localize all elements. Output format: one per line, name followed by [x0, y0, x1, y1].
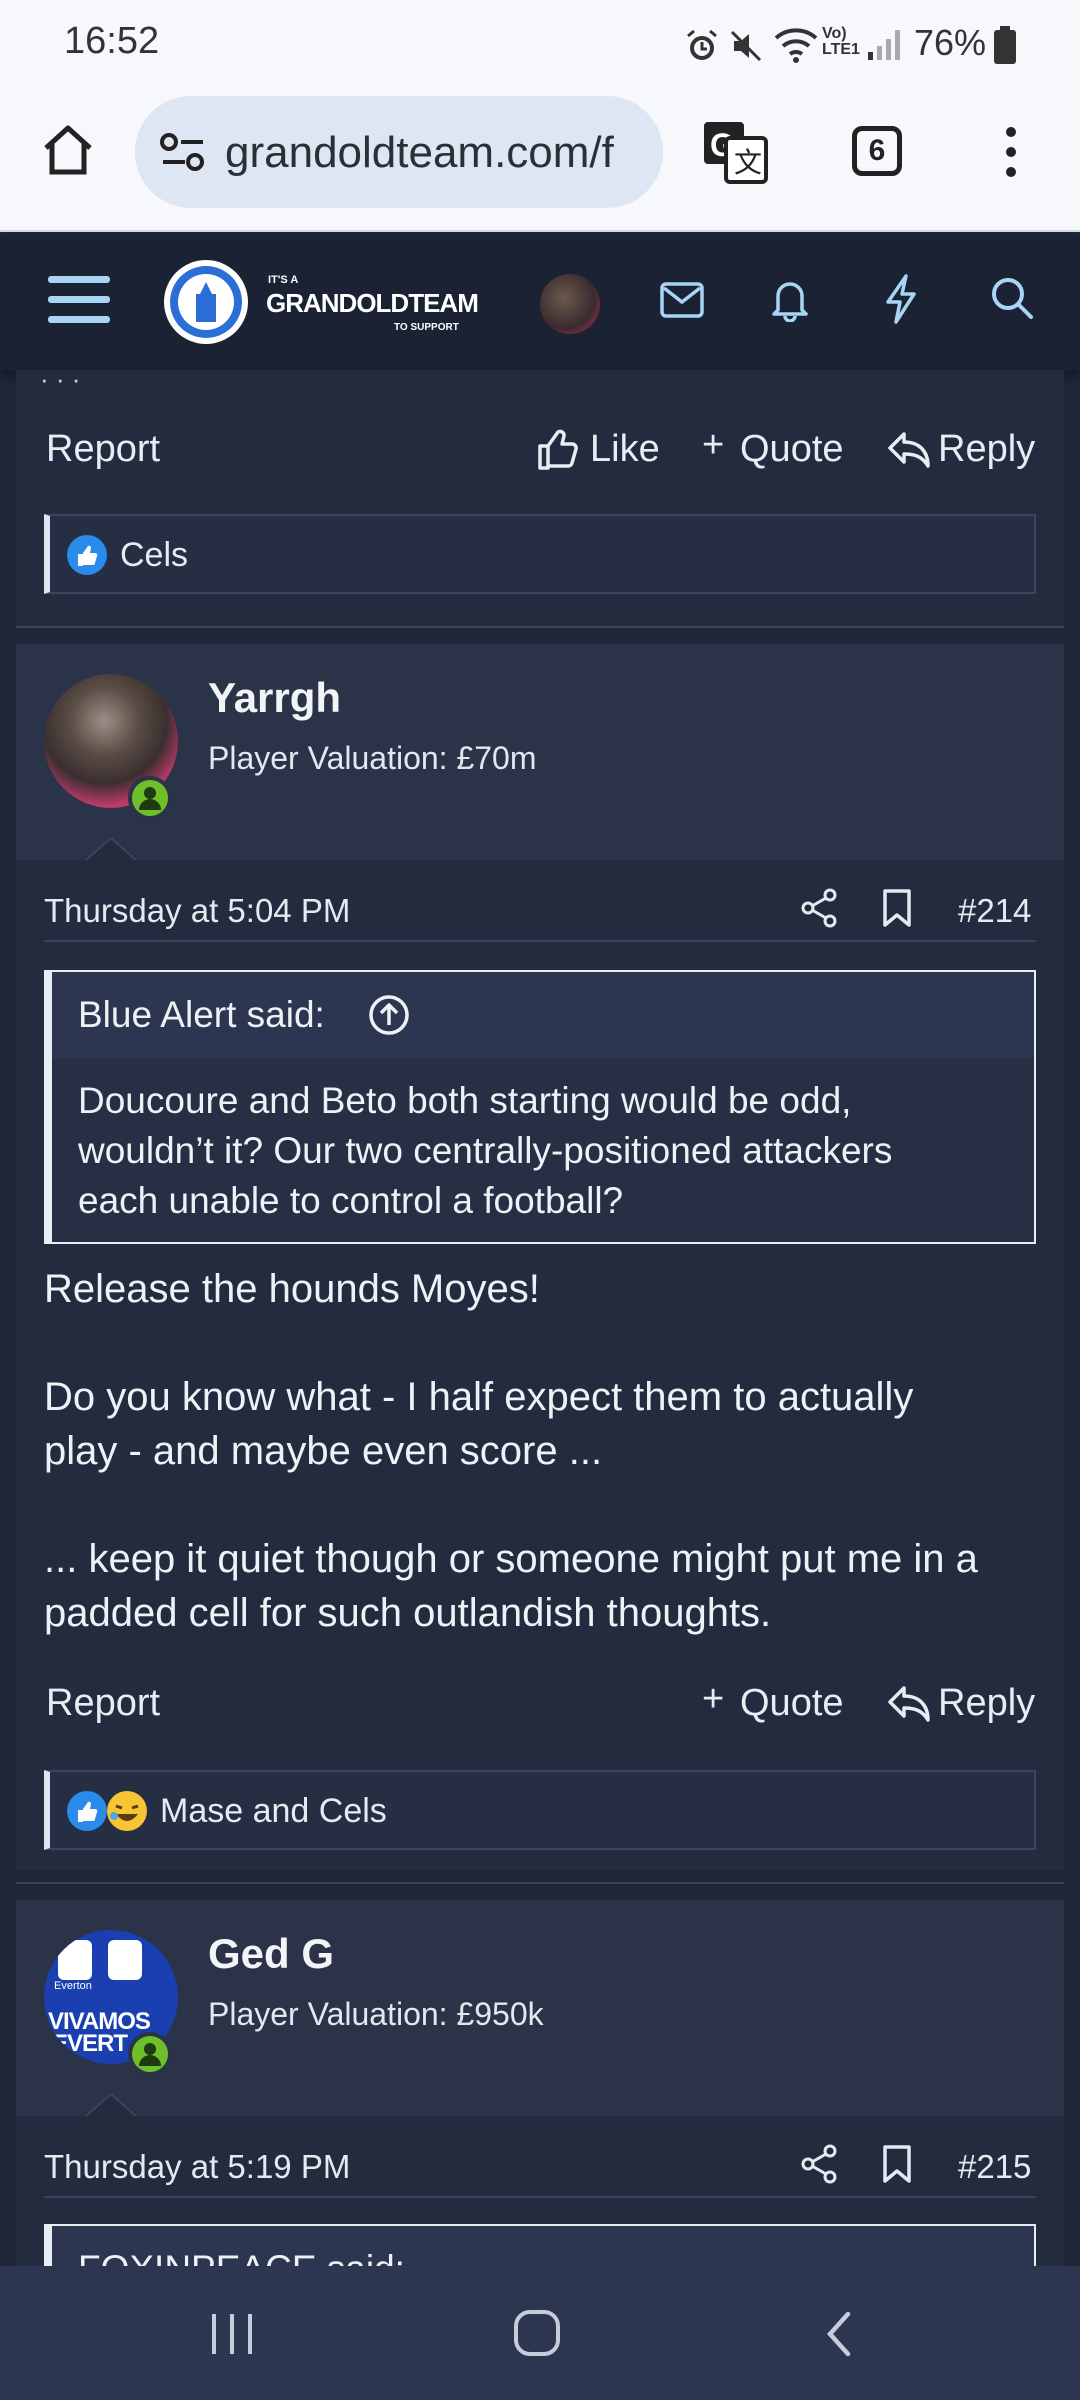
translate-icon[interactable]: G文	[702, 120, 768, 184]
post-divider	[16, 626, 1064, 628]
post-number[interactable]: #214	[958, 892, 1031, 930]
author-pointer	[84, 2094, 138, 2118]
quote-block: FOXINPEACE said:	[44, 2224, 1036, 2266]
browser-toolbar: grandoldteam.com/f G文 6	[0, 90, 1080, 232]
author-valuation: Player Valuation: £950k	[208, 1996, 544, 2032]
online-status-icon	[128, 776, 172, 820]
quote-author[interactable]: Blue Alert said:	[78, 994, 325, 1036]
battery-icon	[994, 26, 1016, 64]
truncated-text: · · ·	[40, 364, 81, 394]
post-number[interactable]: #215	[958, 2148, 1031, 2186]
reactions-bar[interactable]: Mase and Cels	[44, 1770, 1036, 1850]
author-name[interactable]: Yarrgh	[208, 674, 341, 722]
online-status-icon	[128, 2032, 172, 2076]
quote-line: each unable to control a football?	[78, 1180, 624, 1221]
crest-right-icon	[108, 1940, 142, 1980]
reply-icon[interactable]	[888, 1686, 930, 1722]
system-nav-bar	[0, 2266, 1080, 2400]
message-line: Release the hounds Moyes!	[44, 1267, 540, 1311]
post-author-panel: Everton VIVAMOS EVERT Ged G Player Valua…	[16, 1900, 1064, 2116]
bookmark-icon[interactable]	[882, 2144, 912, 2184]
logo-tagline-top: IT'S A	[268, 274, 299, 286]
post-message: Release the hounds Moyes! Do you know wh…	[44, 1262, 1044, 1640]
hamburger-menu-icon[interactable]	[48, 274, 110, 326]
alarm-icon	[687, 29, 717, 60]
wifi-icon	[774, 28, 818, 63]
reply-button[interactable]: Reply	[938, 1682, 1035, 1725]
like-icon[interactable]	[536, 428, 578, 470]
network-label: Vo) LTE1	[822, 25, 860, 58]
avatar-label: Everton	[54, 1980, 92, 1992]
quote-header[interactable]: Blue Alert said:	[52, 972, 1034, 1058]
post-date[interactable]: Thursday at 5:04 PM	[44, 892, 350, 930]
arrow-up-circle-icon[interactable]	[368, 994, 410, 1036]
laugh-reaction-icon	[107, 1791, 147, 1831]
svg-text:文: 文	[734, 147, 762, 178]
quote-line: wouldn’t it? Our two centrally-positione…	[78, 1130, 893, 1171]
message-line: Do you know what - I half expect them to…	[44, 1375, 914, 1419]
quote-content: Doucoure and Beto both starting would be…	[78, 1076, 892, 1226]
like-button[interactable]: Like	[590, 428, 660, 471]
quote-line: Doucoure and Beto both starting would be…	[78, 1080, 852, 1121]
search-icon[interactable]	[990, 276, 1034, 320]
meta-divider	[44, 940, 1036, 942]
message-line: ... keep it quiet though or someone migh…	[44, 1537, 978, 1581]
url-text: grandoldteam.com/f	[225, 128, 614, 177]
address-bar[interactable]: grandoldteam.com/f	[135, 96, 663, 208]
battery-percent: 76%	[914, 22, 987, 63]
quote-plus-icon: +	[702, 1678, 725, 1720]
message-line	[44, 1478, 1044, 1532]
message-line: padded cell for such outlandish thoughts…	[44, 1591, 772, 1635]
share-icon[interactable]	[800, 2144, 838, 2184]
report-button[interactable]: Report	[46, 1682, 160, 1725]
like-reaction-icon	[67, 1791, 107, 1831]
author-valuation: Player Valuation: £70m	[208, 740, 537, 776]
crest-left-icon	[58, 1940, 92, 1980]
logo-tagline-bottom: TO SUPPORT	[394, 322, 459, 333]
like-reaction-icon	[67, 535, 107, 575]
reactions-text: Mase and Cels	[160, 1792, 387, 1830]
reactions-bar[interactable]: Cels	[44, 514, 1036, 594]
status-bar: 16:52 Vo) LTE1 76%	[0, 0, 1080, 90]
avatar-label: EVERT	[52, 2030, 128, 2057]
lightning-icon[interactable]	[884, 274, 918, 324]
home-icon[interactable]	[40, 122, 96, 178]
post-divider	[16, 1882, 1064, 1884]
share-icon[interactable]	[800, 888, 838, 928]
menu-dots-icon[interactable]	[996, 122, 1026, 182]
reply-icon[interactable]	[888, 432, 930, 468]
quote-author[interactable]: FOXINPEACE said:	[78, 2248, 405, 2266]
author-name[interactable]: Ged G	[208, 1930, 334, 1978]
message-line	[44, 1316, 1044, 1370]
mute-icon	[730, 30, 762, 62]
post-date[interactable]: Thursday at 5:19 PM	[44, 2148, 350, 2186]
logo-name: GRANDOLDTEAM	[266, 288, 479, 318]
recent-apps-icon[interactable]	[208, 2312, 258, 2356]
status-time: 16:52	[64, 20, 160, 62]
meta-divider	[44, 2196, 1036, 2198]
signal-icon	[868, 30, 900, 60]
back-icon[interactable]	[822, 2310, 856, 2358]
quote-button[interactable]: Quote	[740, 428, 844, 471]
report-button[interactable]: Report	[46, 428, 160, 471]
site-settings-icon[interactable]	[159, 132, 207, 172]
reactions-text: Cels	[120, 536, 189, 574]
site-header: IT'S A GRANDOLDTEAM TO SUPPORT	[0, 234, 1080, 370]
tabs-button[interactable]: 6	[852, 126, 902, 176]
message-line: play - and maybe even score ...	[44, 1429, 603, 1473]
home-nav-icon[interactable]	[512, 2308, 562, 2358]
bell-icon[interactable]	[770, 276, 810, 322]
mail-icon[interactable]	[660, 282, 704, 318]
author-pointer	[84, 838, 138, 862]
quote-block: Blue Alert said: Doucoure and Beto both …	[44, 970, 1036, 1244]
bookmark-icon[interactable]	[882, 888, 912, 928]
post-author-panel: Yarrgh Player Valuation: £70m	[16, 644, 1064, 860]
quote-button[interactable]: Quote	[740, 1682, 844, 1725]
reply-button[interactable]: Reply	[938, 428, 1035, 471]
site-logo-crest[interactable]	[162, 258, 250, 346]
user-avatar[interactable]	[540, 274, 600, 334]
quote-plus-icon: +	[702, 424, 725, 466]
